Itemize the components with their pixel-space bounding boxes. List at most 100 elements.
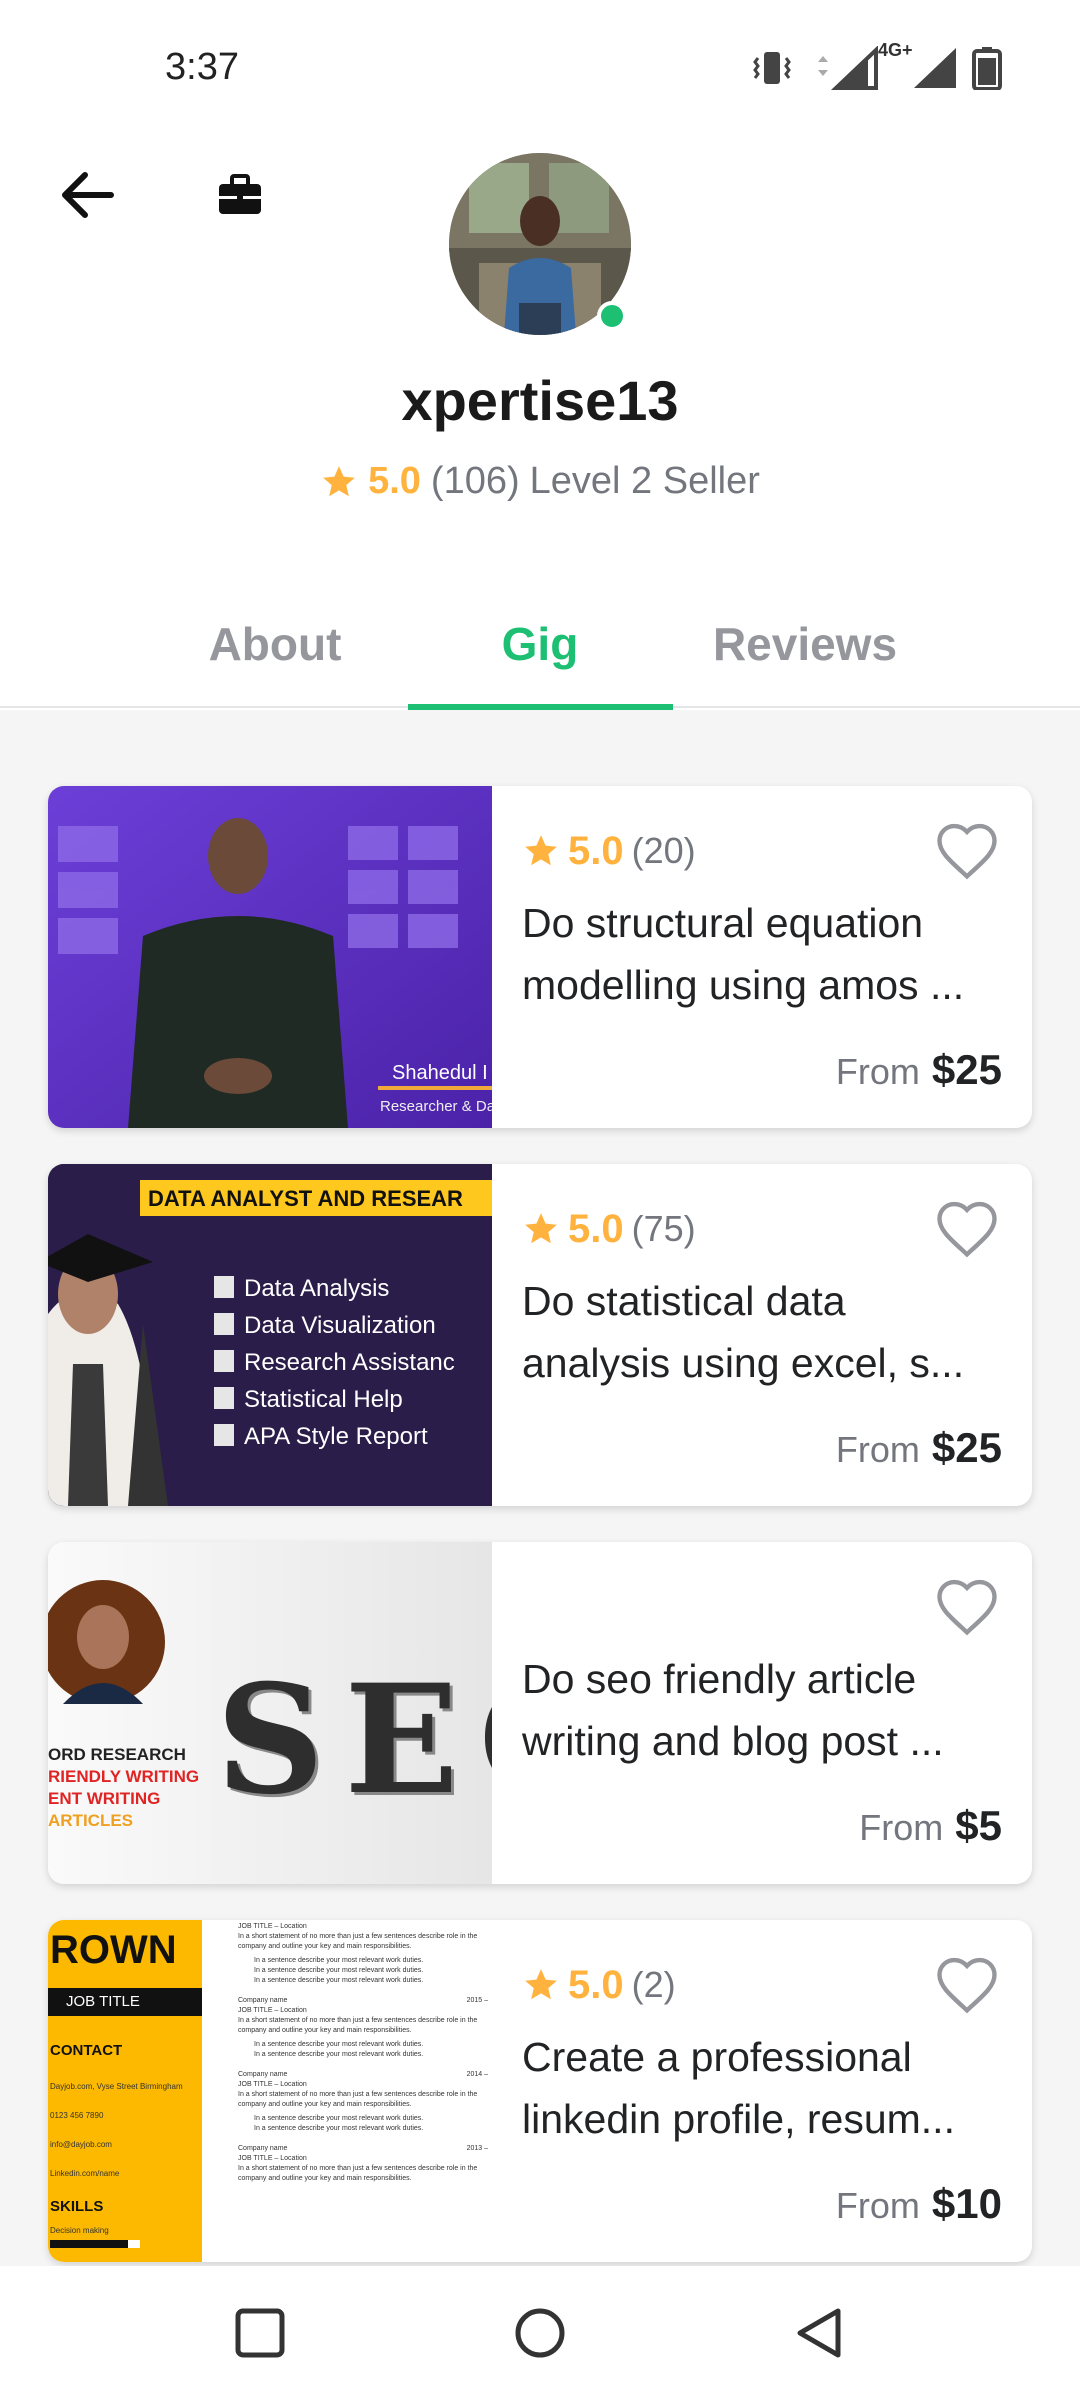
gig-title: Do seo friendly article writing and blog…	[522, 1656, 944, 1764]
gig-rating-count: (75)	[631, 1208, 696, 1249]
resume-skill-bar	[50, 2240, 140, 2248]
gig-price: From $25	[836, 1046, 1002, 1094]
profile-tabs: About Gig Reviews	[0, 580, 1080, 710]
gig-rating: 5.0 (75)	[522, 1202, 1002, 1256]
star-icon	[525, 1969, 557, 2000]
gig-rating-value: 5.0	[568, 828, 624, 873]
gig-rating: 5.0 (2)	[522, 1958, 1002, 2012]
signal-4g-icon: 4G+	[808, 40, 913, 90]
heart-outline-icon[interactable]	[934, 1198, 1000, 1264]
resume-body: JOB TITLE – Location In a short statemen…	[238, 1922, 488, 2184]
seller-rating-row: 5.0 (106) Level 2 Seller	[0, 460, 1080, 503]
gig-card[interactable]: DATA ANALYST AND RESEAR Data Analysis Da…	[48, 1164, 1032, 1506]
thumbnail-list: Data Analysis Data Visualization Researc…	[244, 1270, 455, 1455]
gig-thumbnail: ROWN JOB TITLE CONTACT Dayjob.com, Vyse …	[48, 1920, 492, 2262]
resume-name: ROWN	[50, 1928, 177, 1972]
price-value: $5	[955, 1802, 1002, 1849]
gig-title: Do statistical data analysis using excel…	[522, 1278, 965, 1386]
resume-heading: JOB TITLE – Location	[238, 2007, 307, 2014]
gig-card[interactable]: SEO ORD RESEARCH RIENDLY WRITING ENT WRI…	[48, 1542, 1032, 1884]
vibrate-icon	[753, 52, 791, 84]
triangle-back-icon	[797, 2308, 841, 2358]
resume-heading: JOB TITLE – Location	[238, 1923, 307, 1930]
thumbnail-line: RIENDLY WRITING	[48, 1767, 200, 1786]
thumbnail-caption-role: Researcher & Da	[380, 1098, 492, 1115]
nav-home-button[interactable]	[500, 2293, 580, 2373]
network-type-label: 4G+	[878, 40, 913, 60]
resume-sidebar: ROWN JOB TITLE CONTACT Dayjob.com, Vyse …	[48, 1920, 202, 2262]
resume-bullet: In a sentence describe your most relevan…	[254, 1957, 424, 1964]
battery-icon	[972, 47, 1002, 90]
star-icon	[525, 1213, 557, 1244]
resume-contact-line: Dayjob.com, Vyse Street Birmingham	[50, 2082, 183, 2091]
online-status-dot	[597, 301, 627, 331]
resume-text: In a short statement of no more than jus…	[238, 2091, 478, 2108]
resume-company: Company name	[238, 2071, 288, 2078]
tab-about[interactable]: About	[143, 580, 408, 708]
resume-text: In a short statement of no more than jus…	[238, 2165, 478, 2182]
nav-back-button[interactable]	[780, 2293, 860, 2373]
resume-text: In a short statement of no more than jus…	[238, 2017, 478, 2034]
thumbnail-line: ENT WRITING	[48, 1789, 161, 1808]
resume-jobtitle-bar: JOB TITLE	[48, 1988, 202, 2016]
thumbnail-list-item: Data Analysis	[244, 1275, 390, 1302]
circle-icon	[515, 2308, 565, 2358]
back-button[interactable]	[52, 160, 122, 230]
resume-bullet: In a sentence describe your most relevan…	[254, 2125, 424, 2132]
gig-card[interactable]: Shahedul I Researcher & Da 5.0 (20) Do s…	[48, 786, 1032, 1128]
resume-text: In a short statement of no more than jus…	[238, 1933, 478, 1950]
nav-recents-button[interactable]	[220, 2293, 300, 2373]
price-from-label: From	[835, 1051, 920, 1092]
status-icons: 4G+	[750, 40, 1002, 90]
resume-bullet: In a sentence describe your most relevan…	[254, 2115, 424, 2122]
gig-rating-count: (2)	[631, 1964, 676, 2005]
gig-price: From $5	[859, 1802, 1002, 1850]
resume-bullet: In a sentence describe your most relevan…	[254, 2051, 424, 2058]
resume-heading: JOB TITLE – Location	[238, 2155, 307, 2162]
resume-contact-line: info@dayjob.com	[50, 2140, 112, 2149]
square-icon	[235, 2308, 285, 2358]
resume-bullet: In a sentence describe your most relevan…	[254, 1967, 424, 1974]
gig-card[interactable]: ROWN JOB TITLE CONTACT Dayjob.com, Vyse …	[48, 1920, 1032, 2262]
gig-price: From $10	[836, 2180, 1002, 2228]
resume-contact-heading: CONTACT	[50, 2042, 123, 2059]
resume-bullet: In a sentence describe your most relevan…	[254, 2041, 424, 2048]
status-time: 3:37	[165, 46, 239, 88]
heart-outline-icon[interactable]	[934, 820, 1000, 886]
gig-info: 5.0 (75) Do statistical data analysis us…	[492, 1164, 1032, 1506]
resume-year: 2013 –	[466, 2145, 488, 2152]
thumbnail-list-item: Data Visualization	[244, 1312, 436, 1339]
price-value: $25	[931, 1424, 1002, 1471]
avatar[interactable]	[449, 153, 631, 335]
resume-skill-bar-rest	[128, 2240, 140, 2248]
thumbnail-line: ARTICLES	[48, 1811, 133, 1830]
username: xpertise13	[401, 369, 679, 432]
briefcase-button[interactable]	[205, 160, 275, 230]
gig-title: Create a professional linkedin profile, …	[522, 2034, 955, 2142]
gig-thumbnail: SEO ORD RESEARCH RIENDLY WRITING ENT WRI…	[48, 1542, 492, 1884]
resume-bullet: In a sentence describe your most relevan…	[254, 1977, 424, 1984]
resume-contact-line: 0123 456 7890	[50, 2111, 104, 2120]
price-from-label: From	[835, 2185, 920, 2226]
heart-outline-icon[interactable]	[934, 1576, 1000, 1642]
arrow-left-icon	[62, 172, 114, 218]
tab-gig[interactable]: Gig	[407, 580, 673, 710]
system-nav-bar	[0, 2266, 1080, 2400]
tab-reviews[interactable]: Reviews	[673, 580, 938, 708]
heart-outline-icon[interactable]	[934, 1954, 1000, 2020]
resume-jobtitle: JOB TITLE	[66, 1993, 140, 2010]
price-value: $10	[931, 2180, 1002, 2227]
resume-year: 2014 –	[466, 2071, 488, 2078]
thumbnail-text-lines: ORD RESEARCH RIENDLY WRITING ENT WRITING…	[48, 1744, 199, 1832]
gig-info: 5.0 (2) Create a professional linkedin p…	[492, 1920, 1032, 2262]
seller-level: Level 2 Seller	[529, 460, 760, 502]
gig-thumbnail: DATA ANALYST AND RESEAR Data Analysis Da…	[48, 1164, 492, 1506]
resume-contact-line: Linkedin.com/name	[50, 2169, 120, 2178]
thumbnail-banner: DATA ANALYST AND RESEAR	[148, 1186, 463, 1211]
price-from-label: From	[835, 1429, 920, 1470]
thumbnail-line: ORD RESEARCH	[48, 1745, 186, 1764]
resume-contact-lines: Dayjob.com, Vyse Street Birmingham 0123 …	[50, 2072, 183, 2188]
thumbnail-list-item: APA Style Report	[244, 1423, 428, 1450]
gig-rating-count: (20)	[631, 830, 696, 871]
gig-info: Do seo friendly article writing and blog…	[492, 1542, 1032, 1884]
